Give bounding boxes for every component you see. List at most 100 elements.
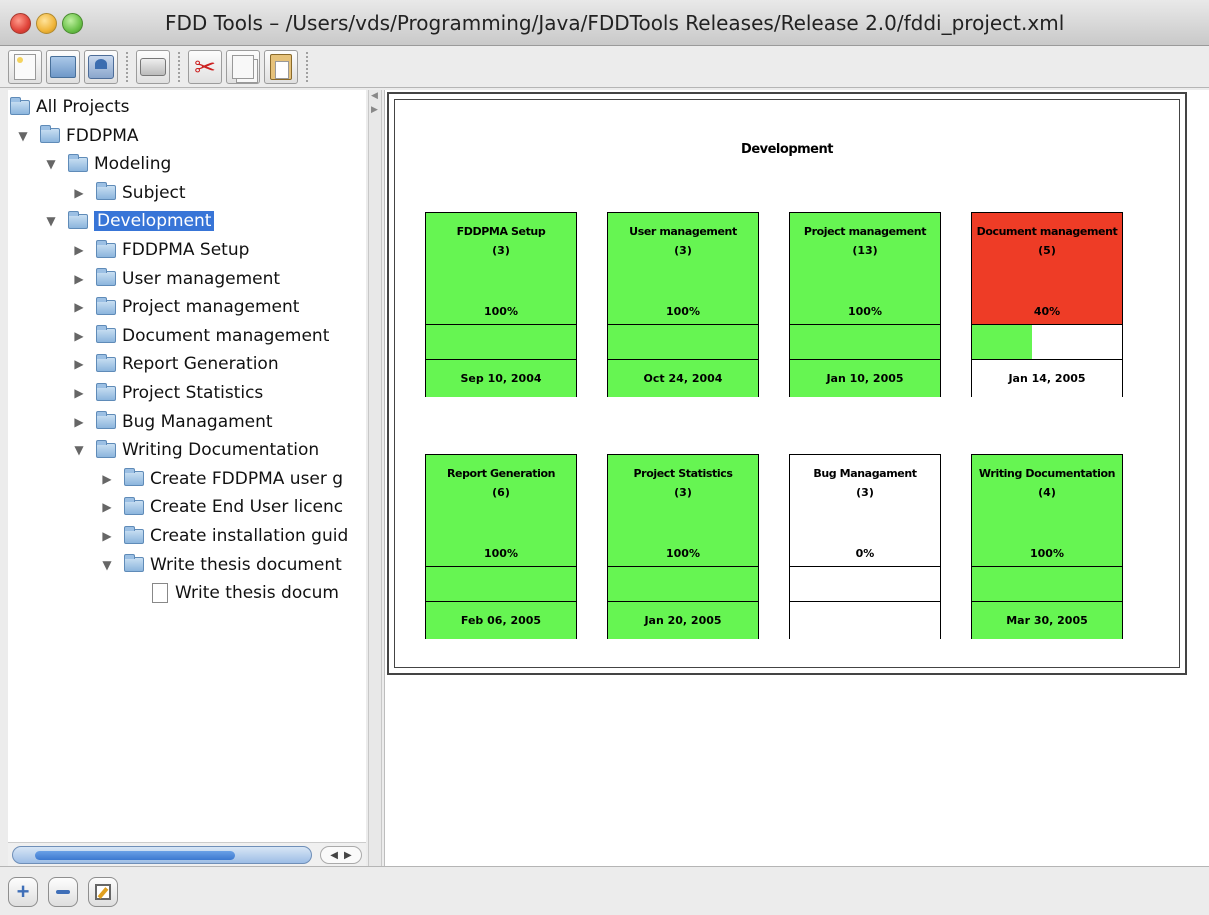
feature-set-card[interactable]: Bug Managament (3) 0% [789,454,941,639]
title-bar[interactable]: FDD Tools – /Users/vds/Programming/Java/… [0,0,1209,46]
tree-item[interactable]: ▶ Report Generation [72,350,279,378]
folder-icon [40,125,60,144]
tree-item[interactable]: ▶ Create End User licenc [100,493,343,521]
tree-item[interactable]: ▶ Create FDDPMA user g [100,465,343,493]
save-button[interactable] [84,50,118,84]
expanded-triangle-icon[interactable]: ▼ [72,443,86,457]
tree-item-label: Modeling [94,154,172,175]
tree-item[interactable]: ▶ Bug Managament [72,408,273,436]
tree-item[interactable]: ▶ User management [72,265,280,293]
feature-set-card[interactable]: Document management (5) 40% Jan 14, 2005 [971,212,1123,397]
remove-icon [56,890,70,894]
collapsed-triangle-icon[interactable]: ▶ [72,415,86,429]
card-status-area: FDDPMA Setup (3) 100% [426,213,576,324]
scroll-right-icon[interactable]: ▶ [344,850,352,861]
open-icon [50,56,76,78]
tree-item[interactable]: ▶ Create installation guid [100,522,348,550]
folder-icon [68,153,88,172]
scrollbar-arrows[interactable]: ◀ ▶ [320,846,362,864]
collapsed-triangle-icon[interactable]: ▶ [100,472,114,486]
expanded-triangle-icon[interactable]: ▼ [100,558,114,572]
scroll-left-icon[interactable]: ◀ [330,850,338,861]
tree-item[interactable]: ▼ FDDPMA [16,122,139,150]
collapse-left-icon[interactable]: ◀ [371,90,378,101]
expand-right-icon[interactable]: ▶ [371,104,378,115]
feature-set-card[interactable]: Report Generation (6) 100% Feb 06, 2005 [425,454,577,639]
feature-set-card[interactable]: User management (3) 100% Oct 24, 2004 [607,212,759,397]
split-pane-divider[interactable]: ◀ ▶ [368,90,382,866]
tree-item[interactable]: ▶ Document management [72,322,329,350]
tree-item[interactable]: ▼ Development [44,207,215,235]
card-percent: 100% [484,547,518,560]
card-progress-bar [790,566,940,602]
card-feature-count: (4) [1038,486,1056,499]
card-name: Document management [976,225,1118,238]
expanded-triangle-icon[interactable]: ▼ [16,129,30,143]
card-name: Bug Managament [813,467,917,480]
tree-item-label: Subject [122,182,186,203]
tree-item[interactable]: ▶ FDDPMA Setup [72,236,249,264]
feature-set-card[interactable]: FDDPMA Setup (3) 100% Sep 10, 2004 [425,212,577,397]
edit-button[interactable] [88,877,118,907]
add-button[interactable]: + [8,877,38,907]
scrollbar-thumb[interactable] [12,846,312,864]
collapsed-triangle-icon[interactable]: ▶ [72,243,86,257]
expanded-triangle-icon[interactable]: ▼ [44,214,58,228]
card-progress-bar [608,324,758,360]
zoom-window-button[interactable] [62,13,83,34]
card-percent: 100% [666,547,700,560]
tree-item[interactable]: ▶ Subject [72,179,186,207]
copy-button[interactable] [226,50,260,84]
collapsed-triangle-icon[interactable]: ▶ [72,329,86,343]
collapsed-triangle-icon[interactable]: ▶ [100,500,114,514]
tree-item-label: Project management [122,297,300,318]
folder-icon [96,296,116,315]
card-progress-fill [972,325,1032,359]
tree-item[interactable]: ▼ Write thesis document [100,551,342,579]
tree-item-label: User management [122,268,281,289]
feature-set-card[interactable]: Project Statistics (3) 100% Jan 20, 2005 [607,454,759,639]
minimize-window-button[interactable] [36,13,57,34]
tree-item-label: Bug Managament [122,411,273,432]
app-window: FDD Tools – /Users/vds/Programming/Java/… [0,0,1209,915]
tree-item-label: All Projects [36,97,130,117]
collapsed-triangle-icon[interactable]: ▶ [72,386,86,400]
card-status-area: Bug Managament (3) 0% [790,455,940,566]
project-tree[interactable]: All Projects ▼ FDDPMA ▼ Modeling ▶ Subject ▼ Dev… [8,90,366,842]
card-percent: 100% [848,305,882,318]
cut-button[interactable]: ✂ [188,50,222,84]
open-button[interactable] [46,50,80,84]
collapsed-triangle-icon[interactable]: ▶ [72,300,86,314]
card-status-area: User management (3) 100% [608,213,758,324]
collapsed-triangle-icon[interactable]: ▶ [100,529,114,543]
card-progress-bar [608,566,758,602]
card-name: FDDPMA Setup [456,225,546,238]
collapsed-triangle-icon[interactable]: ▶ [72,357,86,371]
close-window-button[interactable] [10,13,31,34]
feature-set-card[interactable]: Project management (13) 100% Jan 10, 2005 [789,212,941,397]
tree-item[interactable]: ▶ Project Statistics [72,379,263,407]
card-date: Mar 30, 2005 [972,602,1122,639]
folder-icon [96,353,116,372]
add-icon: + [16,879,30,904]
tree-item[interactable]: ▼ Writing Documentation [72,436,319,464]
print-button[interactable] [136,50,170,84]
collapsed-triangle-icon[interactable]: ▶ [72,186,86,200]
remove-button[interactable] [48,877,78,907]
card-status-area: Writing Documentation (4) 100% [972,455,1122,566]
paste-button[interactable] [264,50,298,84]
tree-horizontal-scrollbar[interactable]: ◀ ▶ [8,842,366,866]
tree-item[interactable]: All Projects [10,93,130,121]
toolbar-separator [178,52,180,82]
folder-icon [96,439,116,458]
expanded-triangle-icon[interactable]: ▼ [44,157,58,171]
card-date [790,602,940,639]
tree-item[interactable]: Write thesis docum [128,579,339,607]
tree-item-label: Write thesis document [150,554,342,575]
toolbar-separator [126,52,128,82]
new-button[interactable] [8,50,42,84]
feature-set-card[interactable]: Writing Documentation (4) 100% Mar 30, 2005 [971,454,1123,639]
tree-item[interactable]: ▶ Project management [72,293,299,321]
tree-item[interactable]: ▼ Modeling [44,150,171,178]
collapsed-triangle-icon[interactable]: ▶ [72,272,86,286]
